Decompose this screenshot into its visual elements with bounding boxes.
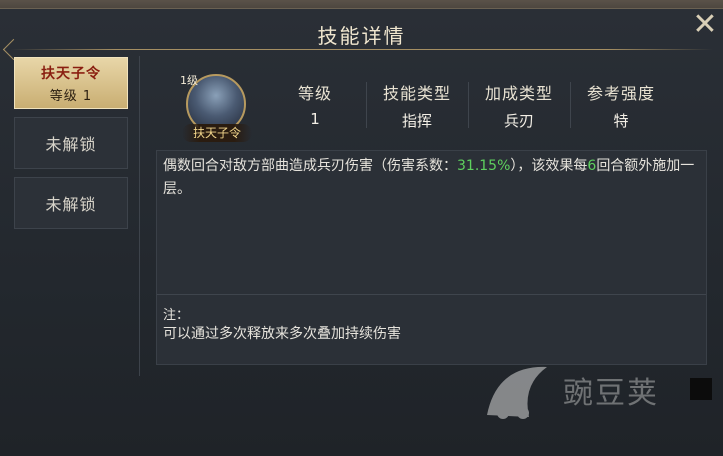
stat-skill-type: 技能类型 指挥: [366, 80, 468, 132]
stat-value: 兵刃: [503, 112, 534, 130]
stat-level: 等级 1: [264, 80, 366, 132]
corner-square: [690, 378, 712, 400]
stat-value: 指挥: [401, 112, 432, 130]
desc-part: 偶数回合对敌方部曲造成兵刃伤害（伤害系数：: [163, 158, 457, 174]
stat-value: 特: [613, 112, 629, 130]
note-text: 可以通过多次释放来多次叠加持续伤害: [163, 326, 401, 342]
stat-label: 等级: [297, 84, 332, 103]
watermark-logo-icon: [487, 366, 547, 419]
avatar-skill-name: 扶天子令: [182, 124, 252, 142]
stat-label: 技能类型: [382, 84, 451, 103]
skill-sidebar: 扶天子令 等级 1 未解锁 未解锁: [14, 57, 130, 237]
note-title: 注：: [163, 308, 190, 323]
sidebar-skill-name: 扶天子令: [41, 65, 101, 82]
damage-coefficient: 31.15%: [457, 158, 511, 174]
skill-description-box: 偶数回合对敌方部曲造成兵刃伤害（伤害系数：31.15%），该效果每6回合额外施加…: [156, 150, 707, 365]
note-divider: [157, 294, 706, 295]
stat-strength: 参考强度 特: [570, 80, 672, 132]
title-divider: [10, 49, 713, 50]
watermark-text: 豌豆荚: [563, 376, 659, 411]
stat-bonus-type: 加成类型 兵刃: [468, 80, 570, 132]
sidebar-item-skill[interactable]: 扶天子令 等级 1: [14, 57, 128, 109]
skill-avatar: 1级 扶天子令: [180, 70, 254, 146]
sidebar-skill-level: 等级 1: [49, 88, 93, 104]
locked-label: 未解锁: [45, 195, 97, 214]
skill-description: 偶数回合对敌方部曲造成兵刃伤害（伤害系数：31.15%），该效果每6回合额外施加…: [163, 155, 703, 201]
desc-part: ），该效果每: [510, 158, 588, 174]
round-count: 6: [587, 158, 597, 174]
panel-title: 技能详情: [317, 24, 406, 48]
skill-stats: 等级 1 技能类型 指挥 加成类型 兵刃 参考强度 特: [264, 80, 684, 132]
close-icon: ✕: [692, 7, 718, 42]
close-button[interactable]: ✕: [688, 8, 722, 42]
stat-value: 1: [310, 110, 320, 128]
locked-label: 未解锁: [45, 135, 97, 154]
sidebar-item-locked-2[interactable]: 未解锁: [14, 177, 128, 229]
sidebar-item-locked-1[interactable]: 未解锁: [14, 117, 128, 169]
title-bar: 技能详情: [0, 8, 723, 61]
stat-label: 加成类型: [484, 84, 553, 103]
stat-label: 参考强度: [586, 84, 655, 103]
sidebar-divider: [139, 56, 140, 376]
avatar-level: 1级: [180, 74, 198, 87]
